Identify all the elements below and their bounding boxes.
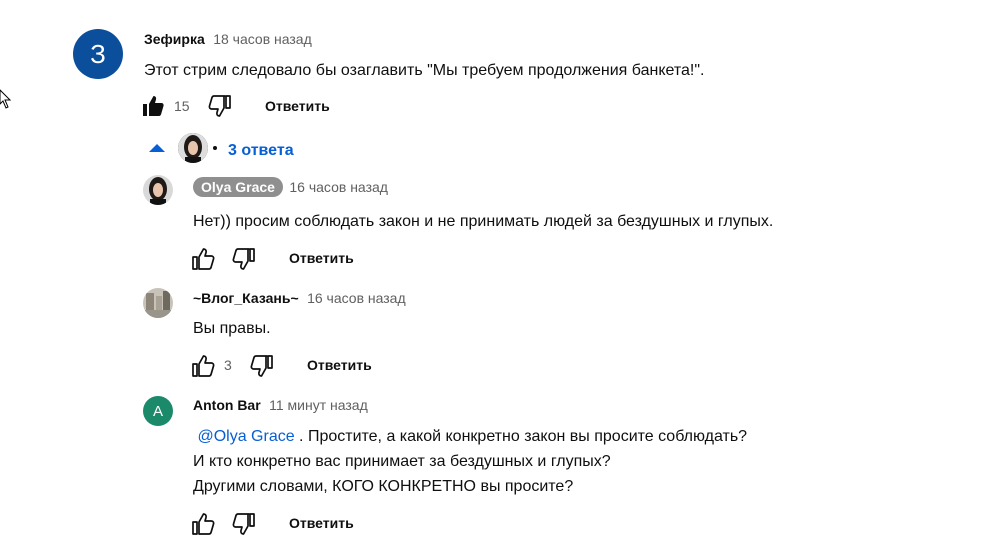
avatar[interactable] — [143, 288, 173, 318]
reply-text-segment: . Простите, а какой конкретно закон вы п… — [294, 428, 748, 445]
reply-text-line: @Olya Grace . Простите, а какой конкретн… — [193, 424, 747, 449]
reply-author-avatar — [178, 133, 208, 163]
reply-time[interactable]: 16 часов назад — [307, 290, 406, 306]
reply-author-chip[interactable]: Olya Grace — [193, 177, 283, 197]
reply-header: Olya Grace 16 часов назад — [193, 177, 388, 197]
thumbs-up-icon[interactable] — [191, 512, 215, 536]
reply-header: Anton Bar 11 минут назад — [193, 397, 368, 415]
like-count: 3 — [224, 357, 232, 373]
reply-button[interactable]: Ответить — [289, 250, 354, 266]
reply-text-line: Другими словами, КОГО КОНКРЕТНО вы проси… — [193, 478, 574, 495]
thumbs-up-icon[interactable] — [191, 354, 215, 378]
mention-link[interactable]: @Olya Grace — [197, 428, 294, 445]
reply-text: Вы правы. — [193, 320, 271, 337]
avatar-letter: З — [90, 38, 106, 69]
mouse-cursor-icon — [0, 89, 12, 109]
reply-button[interactable]: Ответить — [289, 515, 354, 531]
caret-up-icon — [149, 144, 165, 152]
comment-time[interactable]: 18 часов назад — [213, 31, 312, 47]
thumbs-up-icon[interactable] — [191, 247, 215, 271]
thumbs-down-icon[interactable] — [232, 512, 256, 536]
comment-header: Зефирка 18 часов назад — [144, 31, 312, 49]
avatar[interactable]: A — [143, 396, 173, 426]
replies-toggle[interactable]: 3 ответа — [148, 133, 308, 163]
reply-author[interactable]: ~Влог_Казань~ — [193, 290, 299, 306]
reply-author[interactable]: Anton Bar — [193, 397, 261, 413]
like-count: 15 — [174, 98, 190, 114]
thumbs-down-icon[interactable] — [250, 354, 274, 378]
reply-header: ~Влог_Казань~ 16 часов назад — [193, 290, 406, 308]
reply-text: @Olya Grace . Простите, а какой конкретн… — [193, 424, 747, 499]
reply-time[interactable]: 16 часов назад — [289, 179, 388, 195]
thumbs-down-icon[interactable] — [232, 247, 256, 271]
thumbs-up-icon[interactable] — [141, 94, 165, 118]
replies-count[interactable]: 3 ответа — [228, 142, 294, 160]
reply-time[interactable]: 11 минут назад — [269, 397, 368, 413]
avatar-letter: A — [152, 402, 163, 420]
comment-author[interactable]: Зефирка — [144, 31, 205, 47]
avatar[interactable]: З — [73, 29, 123, 79]
avatar[interactable] — [143, 175, 173, 205]
reply-button[interactable]: Ответить — [265, 98, 330, 114]
reply-button[interactable]: Ответить — [307, 357, 372, 373]
thumbs-down-icon[interactable] — [208, 94, 232, 118]
reply-text: Нет)) просим соблюдать закон и не приним… — [193, 213, 774, 230]
comment-text: Этот стрим следовало бы озаглавить "Мы т… — [144, 62, 705, 79]
reply-text-line: И кто конкретно вас принимает за бездушн… — [193, 453, 611, 470]
separator-dot — [213, 146, 217, 150]
